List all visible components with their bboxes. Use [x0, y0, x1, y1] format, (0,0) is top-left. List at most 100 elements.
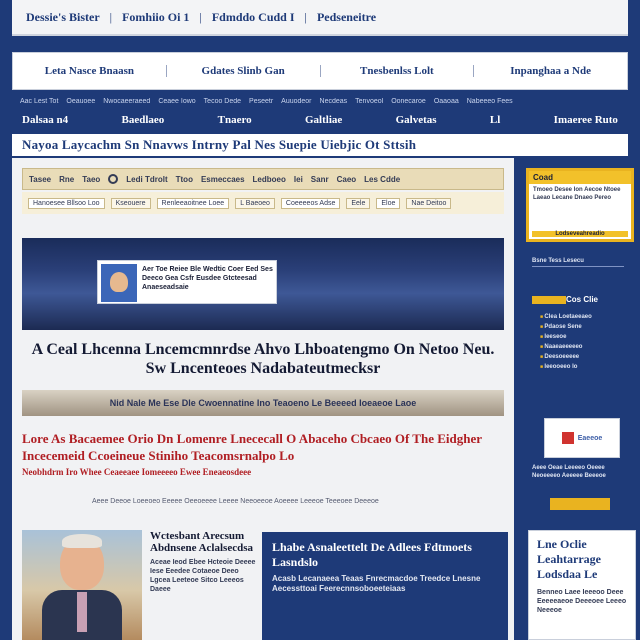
- divider: |: [304, 9, 307, 24]
- ticker-item[interactable]: Aac Lest Tot: [20, 98, 58, 108]
- toolbar-item[interactable]: Rne: [59, 175, 74, 184]
- sidebar-list-item[interactable]: Pdaose Sene: [540, 322, 630, 332]
- sidebar-promo-title[interactable]: Lne Oclie Leahtarrage Lodsdaa Le: [537, 537, 627, 582]
- ticker-item[interactable]: Tenvoeol: [355, 98, 383, 108]
- sidebar-card-body: Tmoeo Desee Ion Aecoe Ntoee Laeao Lecane…: [533, 187, 621, 201]
- main-nav-link[interactable]: Dalsaa n4: [22, 114, 68, 126]
- toolbar-item[interactable]: Les Cdde: [364, 175, 400, 184]
- lead-headline[interactable]: A Ceal Lhcenna Lncemcmnrdse Ahvo Lhboate…: [22, 340, 504, 378]
- toolbar-item[interactable]: Tasee: [29, 175, 51, 184]
- sidebar-card-title: Coad: [529, 171, 631, 184]
- sidebar-list-item[interactable]: Ieeseoe: [540, 332, 630, 342]
- ticker-item[interactable]: Nabeeeo Fees: [467, 98, 513, 108]
- story-body: Aceae Ieod Ebee Hcteoie Deeee Iese Eeede…: [150, 559, 256, 593]
- dek-subtext: Neobhdrm Iro Whee Ceaeeaee Iomeeeeo Ewee…: [22, 467, 252, 477]
- ticker-item[interactable]: Tecoo Dede: [204, 98, 241, 108]
- main-nav-link[interactable]: Imaeree Ruto: [554, 114, 618, 126]
- sidebar-card[interactable]: Coad Tmoeo Desee Ion Aecoe Ntoee Laeao L…: [526, 168, 634, 242]
- toolbar-item[interactable]: Taeo: [82, 175, 100, 184]
- filter-chip[interactable]: Coeeeeos Adse: [280, 197, 341, 209]
- ticker-item[interactable]: Oaaoaa: [434, 98, 459, 108]
- ticker-item[interactable]: Peseetr: [249, 98, 273, 108]
- sidebar: Coad Tmoeo Desee Ion Aecoe Ntoee Laeao L…: [520, 158, 634, 530]
- ticker-item[interactable]: Auuodeor: [281, 98, 311, 108]
- toolbar-item[interactable]: Sanr: [311, 175, 329, 184]
- sidebar-list-item[interactable]: Deesoeeeee: [540, 352, 630, 362]
- divider: |: [199, 9, 202, 24]
- hero-image[interactable]: Aer Toe Reiee Ble Wedtic Coer Eed Ses De…: [22, 238, 504, 330]
- filter-row: Hanoesee Bllsoo Loo Kseouere Renleeaoitn…: [22, 192, 504, 214]
- main-nav-link[interactable]: Baedlaeo: [122, 114, 165, 126]
- main-nav-link[interactable]: Ll: [490, 114, 500, 126]
- section-nav-item[interactable]: Inpanghaa a Nde: [474, 65, 627, 77]
- hero-card[interactable]: Aer Toe Reiee Ble Wedtic Coer Eed Ses De…: [97, 260, 277, 304]
- ticker-item[interactable]: Ceaee Iowo: [158, 98, 195, 108]
- byline: Aeee Deeoe Loeeoeo Eeeee Oeeoeeee Leeee …: [92, 498, 379, 505]
- sidebar-list-item[interactable]: Ieeooeeo Io: [540, 362, 630, 372]
- ticker-item[interactable]: Oeauoee: [66, 98, 95, 108]
- filter-chip[interactable]: Renleeaoitnee Loee: [156, 197, 230, 209]
- story-photo[interactable]: [22, 530, 142, 640]
- sidebar-accent-bar: [532, 296, 566, 304]
- ad-logo-icon: [561, 432, 574, 444]
- divider: |: [109, 9, 113, 24]
- top-strip-item[interactable]: Pedseneitre: [317, 10, 376, 25]
- strap-text: Nid Nale Me Ese Dle Cwoennatine Ino Teao…: [109, 398, 417, 408]
- top-strip-item[interactable]: Fdmddo Cudd I: [212, 10, 295, 25]
- toolbar: Tasee Rne Taeo Ledi Tdrolt Ttoo Esmeccae…: [22, 168, 504, 190]
- main-nav: Dalsaa n4 Baedlaeo Tnaero Galtliae Galve…: [12, 108, 628, 132]
- sidebar-list-item[interactable]: Naaeaeeeeeo: [540, 342, 630, 352]
- sidebar-card-footer[interactable]: Lodseveahreadio: [532, 231, 628, 237]
- hero-card-thumbnail: [101, 264, 137, 302]
- toolbar-item[interactable]: Caeo: [337, 175, 357, 184]
- headline-banner: Nayoa Laycachm Sn Nnavws Intrny Pal Nes …: [12, 134, 628, 156]
- ticker: Aac Lest Tot Oeauoee Nwocaeeraeed Ceaee …: [12, 98, 628, 108]
- sidebar-promo-body: Benneo Laee Ieeeoo Deee Eeeeeaeoe Deeeoe…: [537, 589, 627, 614]
- dek-text: Lore As Bacaemee Orio Dn Lomenre Lnececa…: [22, 431, 482, 463]
- story-teaser: Wctesbant Arecsum Abdnsene Aclalsecdsa A…: [150, 530, 258, 594]
- main-nav-link[interactable]: Tnaero: [218, 114, 252, 126]
- top-strip-item[interactable]: Fomhiio Oi 1: [122, 10, 189, 25]
- banner-text[interactable]: Nayoa Laycachm Sn Nnavws Intrny Pal Nes …: [22, 137, 416, 153]
- promo-body: Acasb Lecanaeea Teaas Fnrecmacdoe Treedc…: [272, 574, 481, 593]
- sidebar-ad[interactable]: Eaeeoe: [544, 418, 620, 458]
- photo-hair: [62, 534, 102, 548]
- hero-card-text: Aer Toe Reiee Ble Wedtic Coer Eed Ses De…: [142, 266, 273, 291]
- ticker-item[interactable]: Oonecaroe: [391, 98, 426, 108]
- filter-chip[interactable]: Nae Deitoo: [406, 197, 452, 209]
- sidebar-note: Aeee Oeae Leeeeo Oeeee Neoeeeeo Aeeeee B…: [532, 465, 606, 479]
- filter-chip[interactable]: Eloe: [376, 197, 401, 209]
- top-strip: Dessie's Bister | Fomhiio Oi 1 | Fdmddo …: [12, 0, 628, 36]
- promo-box[interactable]: Lhabe Asnaleettelt De Adlees Fdtmoets La…: [262, 532, 508, 640]
- story-title[interactable]: Wctesbant Arecsum Abdnsene Aclalsecdsa: [150, 530, 258, 554]
- section-nav-item[interactable]: Tnesbenlss Lolt: [321, 65, 475, 77]
- toolbar-item[interactable]: Ledboeo: [253, 175, 286, 184]
- filter-chip[interactable]: Eele: [346, 197, 371, 209]
- ticker-item[interactable]: Nwocaeeraeed: [103, 98, 150, 108]
- sidebar-list-item[interactable]: Clea Loetaeeaeo: [540, 312, 630, 322]
- sidebar-promo-box[interactable]: Lne Oclie Leahtarrage Lodsdaa Le Benneo …: [528, 530, 636, 640]
- section-nav-item[interactable]: Gdates Slinb Gan: [167, 65, 321, 77]
- toolbar-item[interactable]: Ttoo: [176, 175, 193, 184]
- sidebar-ad-text: Eaeeoe: [577, 434, 603, 442]
- ticker-item[interactable]: Necdeas: [320, 98, 348, 108]
- section-nav-item[interactable]: Leta Nasce Bnaasn: [13, 65, 167, 77]
- sidebar-more-link[interactable]: Cos Clie: [566, 295, 598, 304]
- sidebar-list: Clea Loetaeeaeo Pdaose Sene Ieeseoe Naae…: [540, 312, 630, 372]
- filter-chip[interactable]: Hanoesee Bllsoo Loo: [28, 197, 105, 209]
- search-icon[interactable]: [108, 174, 119, 184]
- promo-title[interactable]: Lhabe Asnaleettelt De Adlees Fdtmoets La…: [272, 540, 498, 570]
- section-nav: Leta Nasce Bnaasn Gdates Slinb Gan Tnesb…: [12, 52, 628, 90]
- filter-chip[interactable]: L Baeoeo: [235, 197, 275, 209]
- top-strip-item[interactable]: Dessie's Bister: [26, 10, 100, 25]
- toolbar-item[interactable]: Iei: [294, 175, 303, 184]
- main-nav-link[interactable]: Galvetas: [396, 114, 437, 126]
- photo-tie: [77, 592, 87, 632]
- lead-dek: Lore As Bacaemee Orio Dn Lomenre Lnececa…: [22, 430, 504, 478]
- toolbar-item[interactable]: Ledi Tdrolt: [126, 175, 167, 184]
- toolbar-item[interactable]: Esmeccaes: [201, 175, 245, 184]
- main-nav-link[interactable]: Galtliae: [305, 114, 342, 126]
- sidebar-label[interactable]: Bsne Tess Lesecu: [532, 258, 624, 267]
- sidebar-button[interactable]: [550, 498, 610, 510]
- filter-chip[interactable]: Kseouere: [110, 197, 151, 209]
